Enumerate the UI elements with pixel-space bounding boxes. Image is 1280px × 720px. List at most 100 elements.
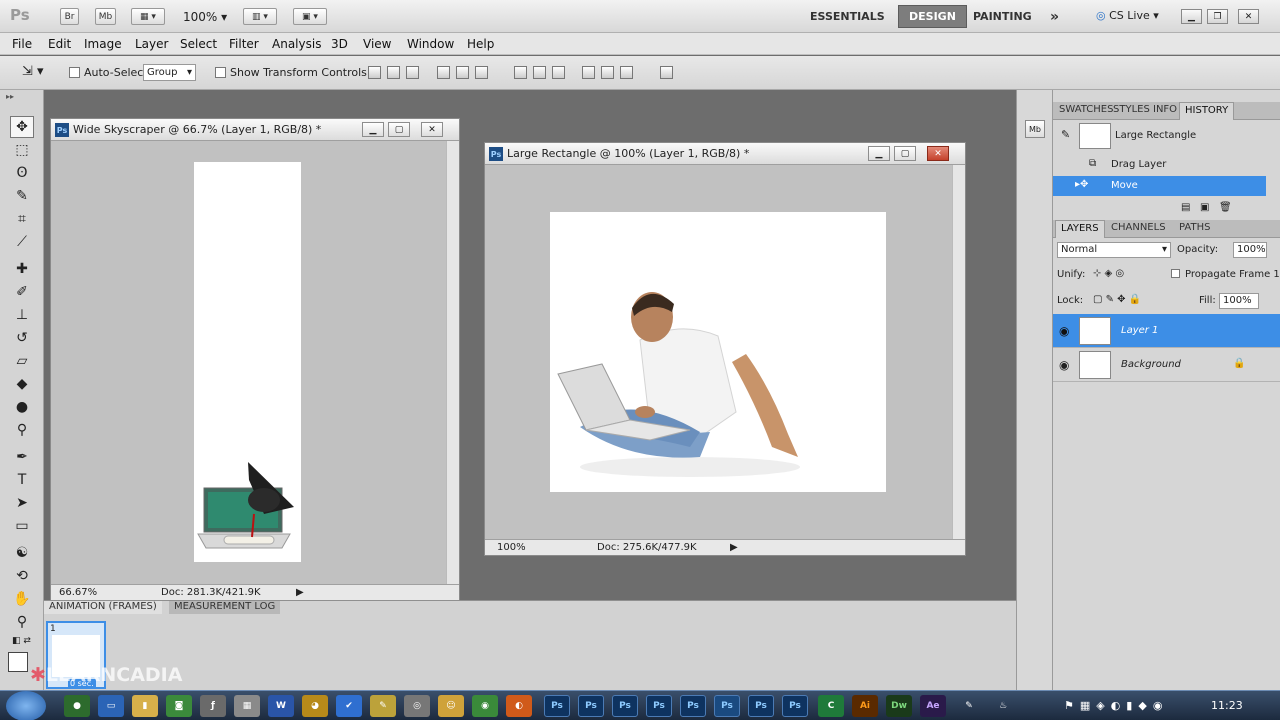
taskbar-photoshop-icon[interactable]: Ps [748, 695, 774, 717]
minibridge-panel-icon[interactable]: Mb [1025, 120, 1045, 138]
tab-layers[interactable]: LAYERS [1055, 220, 1105, 238]
align-bottom-icon[interactable] [406, 66, 419, 79]
history-state-move[interactable]: ▸✥ Move [1053, 176, 1266, 196]
cs-live-menu[interactable]: ◎ CS Live ▾ [1096, 9, 1159, 22]
lasso-tool-icon[interactable]: ʘ [10, 162, 34, 184]
view-extras-dropdown[interactable]: ▦ ▾ [131, 8, 165, 25]
doc-info-menu-arrow[interactable]: ▶ [730, 542, 738, 553]
opacity-input[interactable]: 100% [1233, 242, 1267, 258]
menu-image[interactable]: Image [84, 37, 122, 51]
tab-channels[interactable]: CHANNELS [1111, 222, 1166, 233]
taskbar-photoshop-icon[interactable]: Ps [612, 695, 638, 717]
taskbar-app-icon[interactable]: ✔ [336, 695, 362, 717]
screen-mode-dropdown[interactable]: ▣ ▾ [293, 8, 327, 25]
pen-tool-icon[interactable]: ✒ [10, 446, 34, 468]
distribute-hcenter-icon[interactable] [601, 66, 614, 79]
move-tool-preset-icon[interactable]: ⇲ ▾ [22, 64, 44, 79]
eraser-tool-icon[interactable]: ▱ [10, 350, 34, 372]
doc-info-menu-arrow[interactable]: ▶ [296, 587, 304, 598]
auto-align-layers-icon[interactable] [660, 66, 673, 79]
launch-minibridge-button[interactable]: Mb [95, 8, 116, 25]
history-brush-tool-icon[interactable]: ↺ [10, 327, 34, 349]
workspace-design[interactable]: DESIGN [898, 5, 967, 28]
document-vertical-scrollbar[interactable] [446, 141, 459, 584]
zoom-tool-icon[interactable]: ⚲ [10, 611, 34, 633]
move-tool-icon[interactable]: ✥ [10, 116, 34, 138]
unify-icons[interactable]: ⊹ ◈ ◎ [1093, 268, 1124, 279]
layer-row-layer-1[interactable]: ◉ Layer 1 [1053, 314, 1280, 348]
layer-row-background[interactable]: ◉ Background 🔒 [1053, 348, 1280, 382]
start-button[interactable] [6, 691, 46, 720]
align-right-icon[interactable] [475, 66, 488, 79]
document-window-large-rectangle[interactable]: Ps Large Rectangle @ 100% (Layer 1, RGB/… [484, 142, 966, 556]
tab-history[interactable]: HISTORY [1179, 102, 1235, 120]
doc-zoom-readout[interactable]: 66.67% [59, 587, 97, 598]
blend-mode-dropdown[interactable]: Normal ▾ [1057, 242, 1171, 258]
auto-select-check[interactable] [69, 67, 80, 78]
doc-info[interactable]: Doc: 275.6K/477.9K [597, 542, 697, 553]
document-tab[interactable]: Ps Wide Skyscraper @ 66.7% (Layer 1, RGB… [51, 119, 459, 141]
workspace-painting[interactable]: PAINTING [963, 5, 1042, 28]
clone-stamp-tool-icon[interactable]: ⊥ [10, 304, 34, 326]
path-selection-tool-icon[interactable]: ➤ [10, 492, 34, 514]
eyedropper-tool-icon[interactable]: ⟋ [10, 231, 34, 253]
taskbar-firefox-icon[interactable]: ◐ [506, 695, 532, 717]
taskbar-illustrator-icon[interactable]: Ai [852, 695, 878, 717]
history-footer-icons[interactable]: ▤ ▣ 🗑 [1181, 202, 1232, 213]
marquee-tool-icon[interactable]: ⬚ [10, 139, 34, 161]
healing-brush-tool-icon[interactable]: ✚ [10, 258, 34, 280]
snapshot-thumbnail[interactable] [1079, 123, 1111, 149]
taskbar-app-icon[interactable]: ◙ [166, 695, 192, 717]
document-vertical-scrollbar[interactable] [952, 165, 965, 539]
tab-swatches[interactable]: SWATCHES [1059, 104, 1113, 115]
taskbar-app-icon[interactable]: C [818, 695, 844, 717]
taskbar-app-icon[interactable]: ◕ [302, 695, 328, 717]
taskbar-app-icon[interactable]: ◎ [404, 695, 430, 717]
app-close-button[interactable]: ✕ [1238, 9, 1259, 24]
taskbar-photoshop-icon[interactable]: Ps [680, 695, 706, 717]
menu-file[interactable]: File [12, 37, 32, 51]
hand-tool-icon[interactable]: ✋ [10, 588, 34, 610]
taskbar-photoshop-icon[interactable]: Ps [578, 695, 604, 717]
align-left-icon[interactable] [437, 66, 450, 79]
taskbar-app-icon[interactable]: ▭ [98, 695, 124, 717]
system-tray-icons[interactable]: ⚑▦◈◐▮◆◉ [1064, 699, 1168, 712]
propagate-frame-checkbox[interactable] [1171, 268, 1180, 281]
doc-maximize-button[interactable]: ▢ [388, 122, 410, 137]
menu-layer[interactable]: Layer [135, 37, 168, 51]
history-state-drag-layer[interactable]: ⧉ Drag Layer [1053, 155, 1266, 175]
align-top-icon[interactable] [368, 66, 381, 79]
3d-rotate-tool-icon[interactable]: ☯ [10, 542, 34, 564]
distribute-left-icon[interactable] [582, 66, 595, 79]
crop-tool-icon[interactable]: ⌗ [10, 208, 34, 230]
document-tab[interactable]: Ps Large Rectangle @ 100% (Layer 1, RGB/… [485, 143, 965, 165]
lock-icons[interactable]: ▢ ✎ ✥ 🔒 [1093, 294, 1141, 305]
menu-3d[interactable]: 3D [331, 37, 348, 51]
canvas-large-rectangle[interactable] [550, 212, 886, 492]
tab-styles[interactable]: STYLES [1113, 104, 1150, 115]
visibility-eye-icon[interactable]: ◉ [1059, 324, 1069, 338]
collapse-tools-icon[interactable]: ▸▸ [6, 92, 14, 101]
fill-input[interactable]: 100% [1219, 293, 1259, 309]
doc-close-button[interactable]: ✕ [927, 146, 949, 161]
taskbar-photoshop-icon[interactable]: Ps [714, 695, 740, 717]
more-workspaces-icon[interactable]: » [1040, 5, 1069, 28]
auto-select-target-dropdown[interactable]: Group ▾ [143, 64, 196, 81]
3d-orbit-tool-icon[interactable]: ⟲ [10, 565, 34, 587]
menu-filter[interactable]: Filter [229, 37, 259, 51]
menu-view[interactable]: View [363, 37, 391, 51]
launch-bridge-button[interactable]: Br [60, 8, 79, 25]
taskbar-calculator-icon[interactable]: ▦ [234, 695, 260, 717]
taskbar-app-icon[interactable]: ☺ [438, 695, 464, 717]
taskbar-chrome-icon[interactable]: ◉ [472, 695, 498, 717]
doc-minimize-button[interactable]: ▁ [362, 122, 384, 137]
menu-analysis[interactable]: Analysis [272, 37, 321, 51]
taskbar-word-icon[interactable]: W [268, 695, 294, 717]
shape-tool-icon[interactable]: ▭ [10, 515, 34, 537]
taskbar-clock[interactable]: 11:23 [1211, 699, 1243, 712]
tab-info[interactable]: INFO [1153, 104, 1177, 115]
taskbar-photoshop-icon[interactable]: Ps [544, 695, 570, 717]
taskbar-app-icon[interactable]: ♨ [990, 695, 1016, 717]
foreground-color-swatch[interactable] [8, 652, 28, 672]
default-colors-icon[interactable]: ◧ ⇄ [12, 636, 31, 646]
